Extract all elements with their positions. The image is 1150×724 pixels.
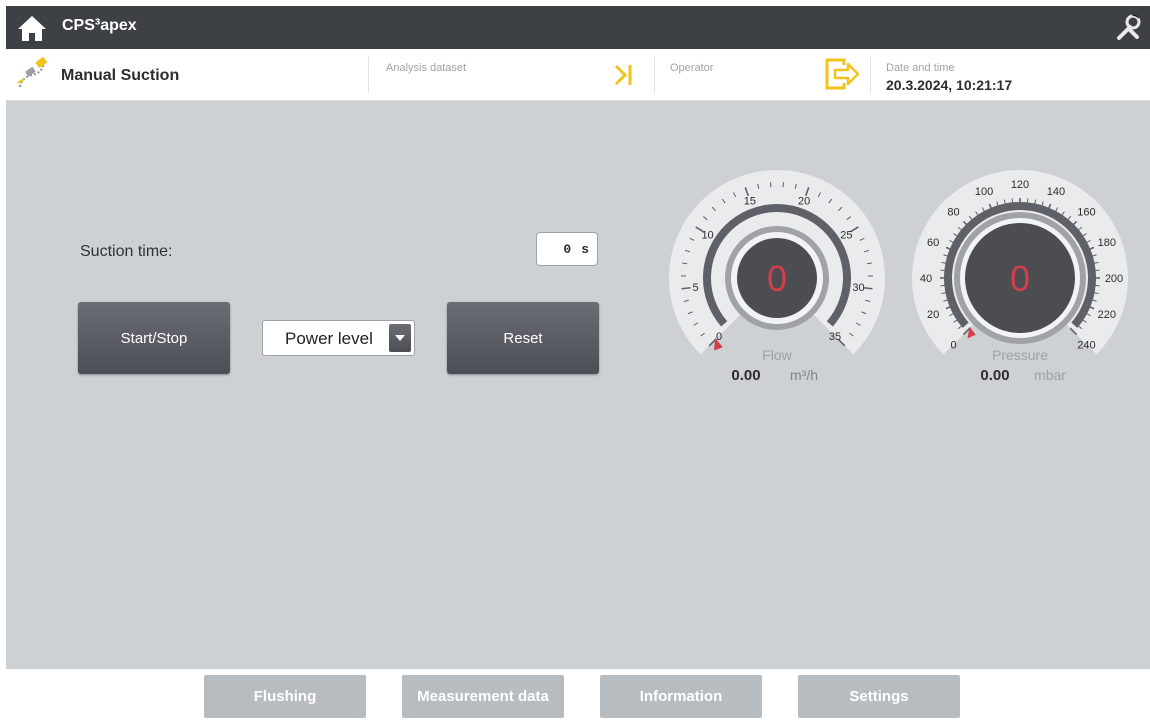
tick-label: 20 (927, 309, 939, 321)
tick-label: 220 (1098, 309, 1116, 321)
divider (368, 57, 369, 93)
flow-gauge: 05101520253035 0 Flow 0.00 m³/h (662, 163, 892, 403)
bottom-nav: Flushing Measurement data Information Se… (6, 669, 1150, 724)
tick-label: 15 (744, 196, 756, 208)
major-tick (682, 288, 691, 289)
app-title: CPS³apex (62, 17, 137, 35)
pressure-center-value: 0 (1010, 258, 1030, 299)
tick-label: 40 (920, 273, 932, 285)
tick-label: 0 (950, 339, 956, 351)
suction-tool-icon (12, 55, 50, 93)
tick-label: 25 (840, 229, 852, 241)
pressure-unit: mbar (1034, 367, 1066, 383)
home-icon[interactable] (16, 14, 48, 42)
major-tick (863, 288, 872, 289)
tick-label: 160 (1077, 207, 1095, 219)
nav-information-button[interactable]: Information (600, 675, 762, 718)
operator-label: Operator (670, 62, 713, 74)
suction-time-unit: s (581, 242, 589, 257)
start-stop-button[interactable]: Start/Stop (78, 302, 230, 374)
tick-label: 35 (829, 331, 841, 343)
flow-unit: m³/h (790, 367, 818, 383)
suction-time-value: 0 (563, 242, 571, 257)
skip-to-end-icon[interactable] (611, 61, 639, 89)
pressure-gauge: 0 20 40 60 80 100 120 140 160 180 200 220 240 0 Pres… (905, 163, 1135, 403)
app-window: CPS³apex Manual Suction Analysis dataset (6, 6, 1150, 718)
title-bar: CPS³apex (6, 6, 1150, 49)
tick-label: 20 (798, 196, 810, 208)
page-title: Manual Suction (61, 67, 179, 85)
nav-measurement-data-button[interactable]: Measurement data (402, 675, 564, 718)
nav-settings-button[interactable]: Settings (798, 675, 960, 718)
tick-label: 180 (1098, 237, 1116, 249)
chevron-down-icon[interactable] (389, 324, 411, 352)
suction-time-label: Suction time: (80, 243, 172, 261)
tick-label: 200 (1105, 273, 1123, 285)
tick-label: 100 (975, 186, 993, 198)
power-level-value: Power level (285, 329, 373, 349)
divider (654, 57, 655, 93)
tick-label: 140 (1047, 186, 1065, 198)
pressure-title: Pressure (992, 347, 1048, 363)
tools-icon[interactable] (1110, 10, 1144, 44)
info-bar: Manual Suction Analysis dataset Operator… (6, 49, 1150, 101)
power-level-select[interactable]: Power level (262, 320, 415, 356)
tick-label: 240 (1077, 339, 1095, 351)
datetime-label: Date and time (886, 62, 954, 74)
logout-icon[interactable] (824, 57, 860, 91)
tick-label: 30 (852, 282, 864, 294)
tick-label: 10 (701, 229, 713, 241)
nav-flushing-button[interactable]: Flushing (204, 675, 366, 718)
suction-time-input[interactable]: 0 s (536, 232, 598, 266)
datetime-value: 20.3.2024, 10:21:17 (886, 77, 1012, 93)
tick-label: 60 (927, 237, 939, 249)
flow-center-value: 0 (767, 258, 787, 299)
reset-button[interactable]: Reset (447, 302, 599, 374)
flow-readout-value: 0.00 (731, 367, 760, 384)
divider (870, 57, 871, 93)
pressure-readout-value: 0.00 (980, 367, 1009, 384)
flow-title: Flow (762, 347, 792, 363)
tick-label: 5 (692, 282, 698, 294)
tick-label: 120 (1011, 179, 1029, 191)
main-panel: Suction time: 0 s Start/Stop Power level… (6, 101, 1150, 669)
tick-label: 80 (947, 207, 959, 219)
analysis-dataset-label: Analysis dataset (386, 62, 466, 74)
